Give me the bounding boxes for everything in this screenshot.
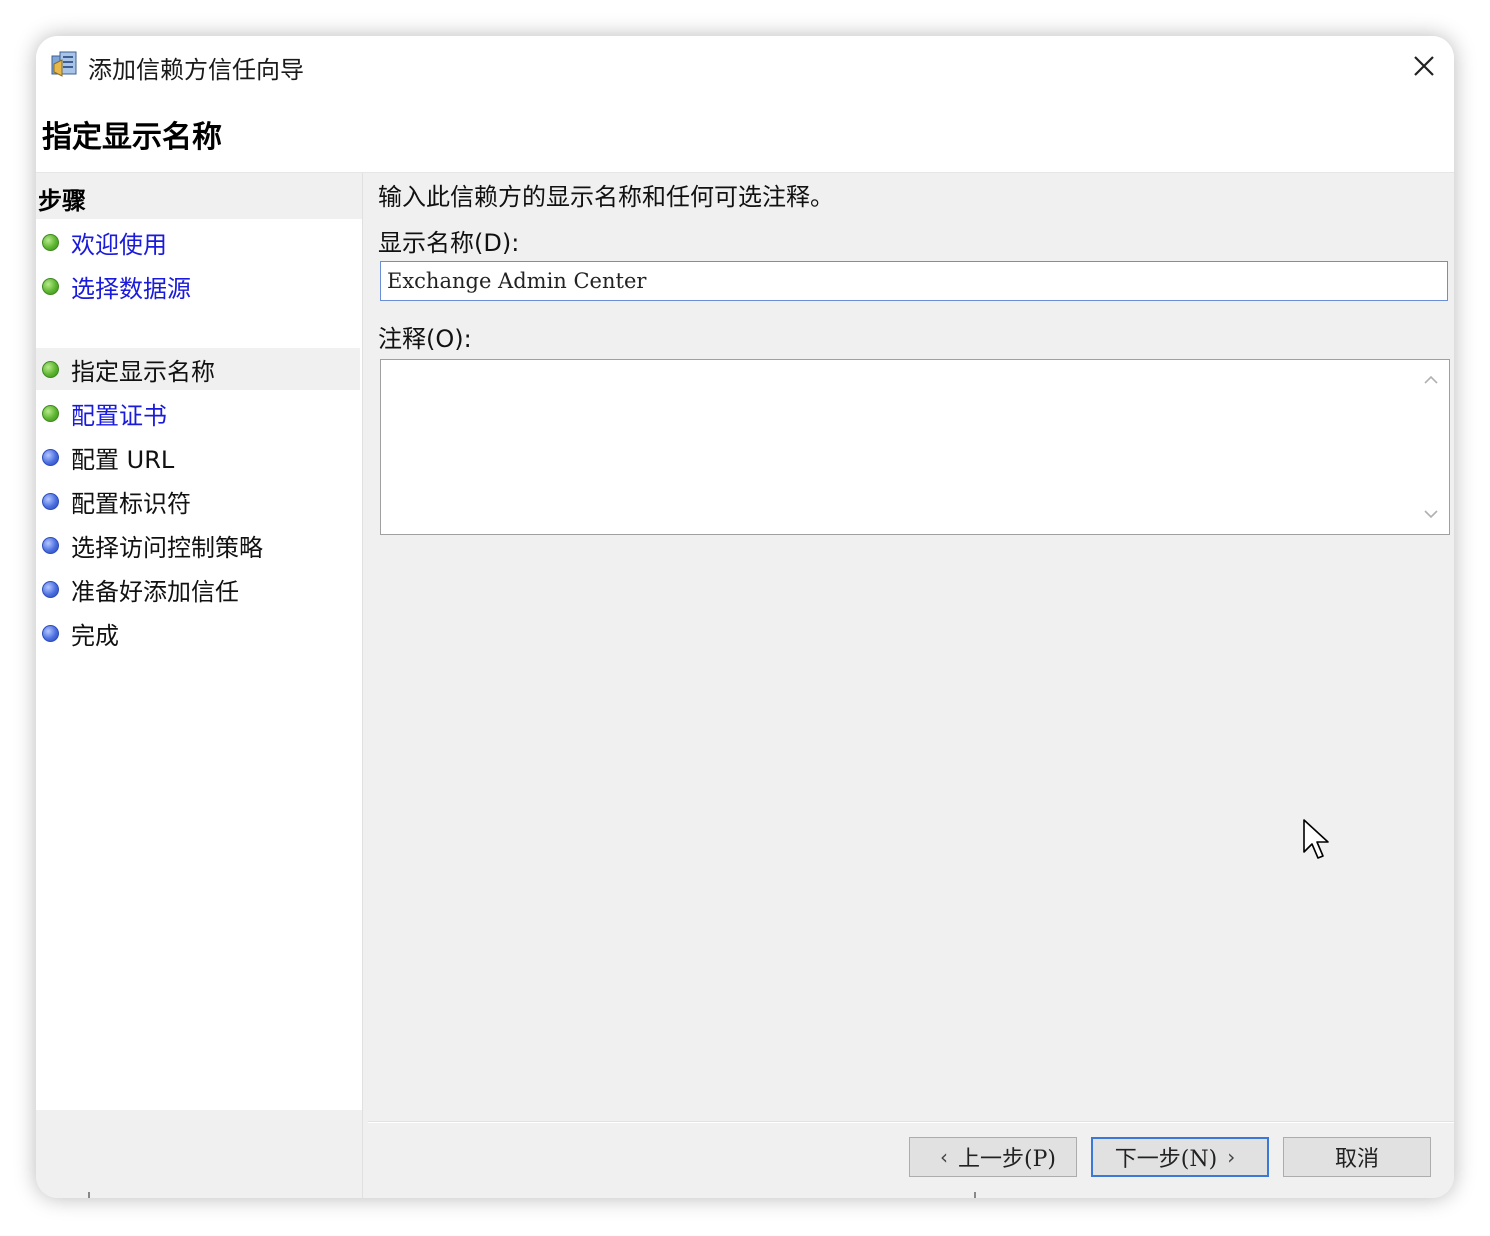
main-pane: 输入此信赖方的显示名称和任何可选注释。 显示名称(D): 注释(O):	[368, 173, 1454, 1198]
step-configure-identifiers: 配置标识符	[36, 480, 360, 522]
next-button[interactable]: 下一步(N) ›	[1091, 1137, 1269, 1177]
cancel-button-label: 取消	[1334, 1147, 1379, 1172]
step-access-control-policy: 选择访问控制策略	[36, 524, 360, 566]
step-current-icon	[42, 360, 59, 378]
scroll-down-button[interactable]	[1415, 498, 1447, 530]
server-trust-icon	[50, 50, 80, 80]
step-configure-certificate[interactable]: 配置证书	[36, 392, 360, 434]
steps-list: 步骤 欢迎使用 选择数据源 指定显示名称 配置证书 配置 URL 配置标识符 选…	[36, 173, 362, 1110]
step-label: 准备好添加信任	[71, 577, 239, 606]
window-title: 添加信赖方信任向导	[88, 56, 304, 84]
display-name-label: 显示名称(D):	[378, 229, 520, 257]
notes-textarea[interactable]	[381, 360, 1415, 538]
close-icon	[1414, 56, 1434, 76]
notes-scrollbar[interactable]	[1415, 362, 1447, 532]
next-button-label: 下一步(N)	[1114, 1147, 1218, 1172]
chevron-right-icon: ›	[1227, 1145, 1236, 1169]
footer-divider-highlight	[368, 1122, 1454, 1123]
step-pending-icon	[42, 580, 59, 598]
wizard-window: 添加信赖方信任向导 指定显示名称 步骤 欢迎使用 选择数据源 指定显示名称 配置…	[36, 36, 1454, 1198]
step-label: 配置 URL	[71, 445, 175, 474]
step-label: 完成	[71, 621, 119, 650]
step-label[interactable]: 选择数据源	[71, 269, 191, 304]
chevron-up-icon	[1424, 375, 1438, 384]
step-label: 配置标识符	[71, 489, 191, 518]
step-configure-url: 配置 URL	[36, 436, 360, 478]
chevron-left-icon: ‹	[940, 1145, 948, 1169]
mouse-pointer-icon	[1303, 819, 1329, 859]
step-done-icon	[42, 277, 59, 295]
intro-text: 输入此信赖方的显示名称和任何可选注释。	[378, 183, 834, 211]
scroll-up-button[interactable]	[1415, 364, 1447, 396]
step-pending-icon	[42, 624, 59, 642]
notes-field[interactable]	[380, 359, 1450, 538]
steps-heading-row: 步骤	[36, 173, 362, 219]
steps-pane: 步骤 欢迎使用 选择数据源 指定显示名称 配置证书 配置 URL 配置标识符 选…	[36, 173, 366, 1198]
close-button[interactable]	[1404, 46, 1444, 86]
step-done-icon	[42, 404, 59, 422]
step-specify-display-name: 指定显示名称	[36, 348, 360, 390]
step-label[interactable]: 欢迎使用	[71, 225, 167, 260]
step-ready-to-add: 准备好添加信任	[36, 568, 360, 610]
resize-grip-right	[974, 1192, 976, 1198]
step-welcome[interactable]: 欢迎使用	[36, 221, 360, 263]
title-bar: 添加信赖方信任向导	[36, 36, 1454, 96]
cancel-button[interactable]: 取消	[1283, 1137, 1431, 1177]
step-pending-icon	[42, 492, 59, 510]
page-title: 指定显示名称	[42, 120, 222, 155]
resize-grip-left	[88, 1192, 90, 1198]
step-label[interactable]: 配置证书	[71, 396, 167, 431]
steps-heading: 步骤	[38, 187, 86, 215]
step-pending-icon	[42, 536, 59, 554]
notes-label: 注释(O):	[378, 325, 472, 353]
chevron-down-icon	[1424, 510, 1438, 519]
step-pending-icon	[42, 448, 59, 466]
step-finish: 完成	[36, 612, 360, 654]
wizard-header: 指定显示名称	[36, 96, 1454, 173]
display-name-input[interactable]	[380, 261, 1448, 301]
step-label: 指定显示名称	[71, 357, 215, 386]
step-select-data-source[interactable]: 选择数据源	[36, 265, 360, 307]
back-button[interactable]: ‹ 上一步(P)	[909, 1137, 1077, 1177]
step-label: 选择访问控制策略	[71, 533, 263, 562]
back-button-label: 上一步(P)	[958, 1147, 1056, 1172]
step-done-icon	[42, 233, 59, 251]
